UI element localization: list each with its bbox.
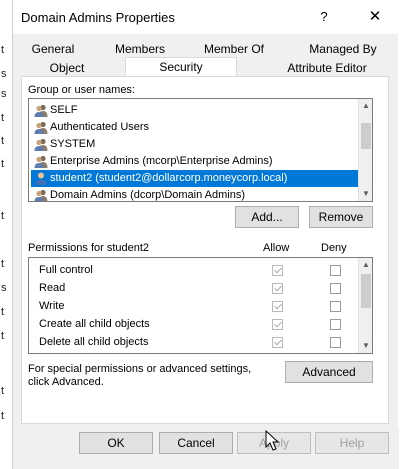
scroll-down-icon[interactable]: ▼ — [359, 339, 372, 353]
permission-name: Read — [39, 282, 66, 294]
permission-row: Read — [29, 280, 359, 298]
allow-checkbox[interactable] — [272, 319, 283, 330]
bg-text: t — [1, 158, 5, 170]
cancel-button[interactable]: Cancel — [159, 432, 233, 454]
users-group-icon — [34, 104, 48, 117]
permissions-list[interactable]: Full control Read Write Create all child… — [28, 257, 373, 354]
bg-text: s — [1, 282, 7, 294]
user-list-scrollbar[interactable]: ▲ ▼ — [358, 99, 372, 201]
bg-text: t — [1, 330, 5, 342]
tab-security[interactable]: Security — [125, 57, 237, 77]
bg-text: t — [1, 112, 5, 124]
permission-row: Full control — [29, 262, 359, 280]
list-item[interactable]: SYSTEM — [31, 136, 358, 153]
allow-checkbox[interactable] — [272, 283, 283, 294]
deny-checkbox[interactable] — [330, 265, 341, 276]
deny-checkbox[interactable] — [330, 301, 341, 312]
ok-button[interactable]: OK — [79, 432, 153, 454]
users-group-icon — [34, 155, 48, 168]
bg-text: t — [1, 258, 5, 270]
users-group-icon — [34, 138, 48, 151]
scroll-thumb[interactable] — [361, 274, 371, 308]
permission-name: Create all child objects — [39, 318, 150, 330]
allow-header: Allow — [263, 242, 290, 254]
user-name: student2 (student2@dollarcorp.moneycorp.… — [50, 172, 288, 184]
list-item[interactable]: Domain Admins (dcorp\Domain Admins) — [31, 187, 358, 201]
bg-text: t — [1, 210, 5, 222]
advanced-hint-text: For special permissions or advanced sett… — [28, 363, 252, 388]
remove-button[interactable]: Remove — [309, 206, 373, 228]
permission-name: Delete all child objects — [39, 336, 149, 348]
users-group-icon — [34, 121, 48, 134]
tab-members[interactable]: Members — [109, 40, 171, 58]
deny-checkbox[interactable] — [330, 319, 341, 330]
allow-checkbox[interactable] — [272, 337, 283, 348]
permission-row: Write — [29, 298, 359, 316]
title-bar[interactable]: Domain Admins Properties ? ✕ — [13, 0, 399, 34]
close-button[interactable]: ✕ — [360, 6, 390, 28]
bg-text: t — [1, 44, 5, 56]
tab-general[interactable]: General — [27, 40, 79, 58]
permission-name: Full control — [39, 264, 93, 276]
help-title-button[interactable]: ? — [309, 6, 339, 28]
background-window-strip: t s s t t t t t s t t t t — [0, 0, 12, 469]
users-group-icon — [34, 189, 48, 201]
bg-text: s — [1, 88, 7, 100]
user-name: Authenticated Users — [50, 121, 150, 133]
list-item[interactable]: Enterprise Admins (mcorp\Enterprise Admi… — [31, 153, 358, 170]
allow-checkbox[interactable] — [272, 265, 283, 276]
tab-member-of[interactable]: Member Of — [199, 40, 269, 58]
scroll-up-icon[interactable]: ▲ — [359, 99, 372, 113]
bg-text: t — [1, 385, 5, 397]
group-user-list[interactable]: SELF Authenticated Users SYSTEM Enterpri… — [28, 98, 373, 202]
help-button[interactable]: Help — [315, 432, 389, 454]
permission-row: Create all child objects — [29, 316, 359, 334]
bg-text: t — [1, 306, 5, 318]
user-name: SYSTEM — [50, 138, 96, 150]
list-item-selected[interactable]: student2 (student2@dollarcorp.moneycorp.… — [31, 170, 358, 187]
permission-name: Write — [39, 300, 65, 312]
user-name: Enterprise Admins (mcorp\Enterprise Admi… — [50, 155, 273, 167]
scroll-thumb[interactable] — [361, 123, 371, 149]
permissions-scrollbar[interactable]: ▲ ▼ — [358, 258, 372, 353]
add-button[interactable]: Add... — [235, 206, 299, 228]
single-user-icon — [35, 172, 47, 185]
window-title: Domain Admins Properties — [21, 10, 175, 25]
scroll-up-icon[interactable]: ▲ — [359, 258, 372, 272]
deny-header: Deny — [321, 242, 347, 254]
advanced-button[interactable]: Advanced — [285, 361, 373, 383]
list-item[interactable]: Authenticated Users — [31, 119, 358, 136]
mouse-cursor-icon — [265, 430, 280, 451]
list-item[interactable]: SELF — [31, 102, 358, 119]
tab-object[interactable]: Object — [35, 59, 99, 77]
group-names-label: Group or user names: — [28, 84, 135, 96]
bg-text: t — [1, 410, 5, 422]
permission-row: Delete all child objects — [29, 334, 359, 352]
properties-dialog: Domain Admins Properties ? ✕ General Mem… — [12, 0, 399, 469]
tab-managed-by[interactable]: Managed By — [297, 40, 389, 58]
user-name: Domain Admins (dcorp\Domain Admins) — [50, 189, 246, 201]
deny-checkbox[interactable] — [330, 283, 341, 294]
allow-checkbox[interactable] — [272, 301, 283, 312]
tab-attribute-editor[interactable]: Attribute Editor — [271, 59, 383, 77]
user-name: SELF — [50, 104, 78, 116]
scroll-down-icon[interactable]: ▼ — [359, 187, 372, 201]
permissions-label: Permissions for student2 — [28, 242, 150, 254]
bg-text: s — [1, 68, 7, 80]
deny-checkbox[interactable] — [330, 337, 341, 348]
bg-text: t — [1, 135, 5, 147]
